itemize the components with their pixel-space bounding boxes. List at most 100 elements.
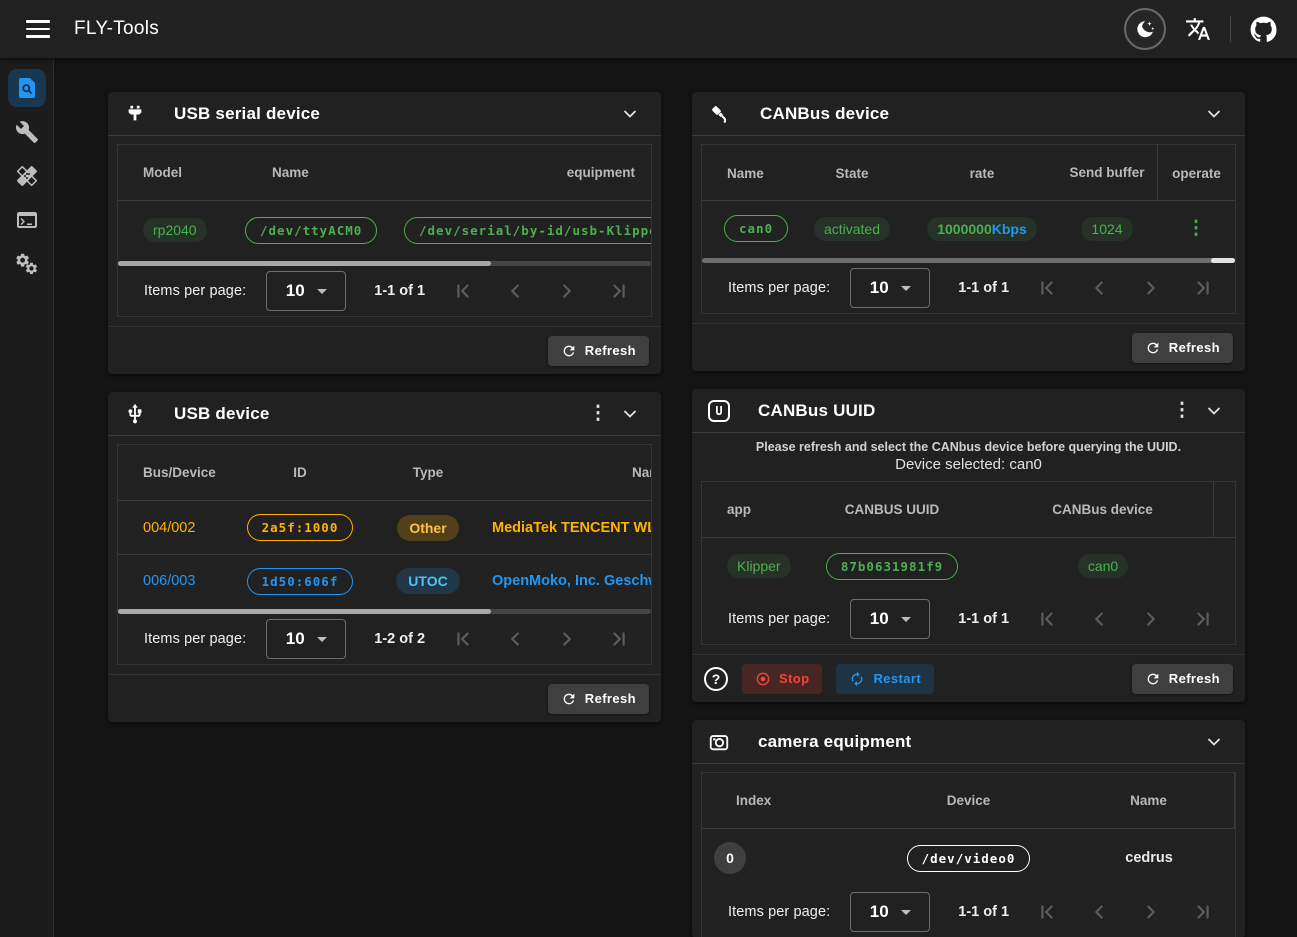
next-page-button[interactable] [1139, 900, 1163, 924]
moon-stars-icon [1133, 17, 1157, 41]
table-row: 006/003 1d50:606f UTOC OpenMoko, Inc. Ge… [118, 554, 651, 607]
last-page-button[interactable] [1191, 607, 1215, 631]
refresh-icon [1145, 671, 1161, 687]
camera-table: Index Device Name 0 /dev/video0 cedrus I… [701, 772, 1236, 937]
refresh-button[interactable]: Refresh [1132, 664, 1233, 694]
items-per-page-select[interactable]: 10 [266, 619, 346, 659]
send-buffer-chip: 1024 [1081, 217, 1132, 241]
horizontal-scrollbar[interactable] [118, 609, 651, 614]
first-page-button[interactable] [451, 627, 475, 651]
card-usb-device: USB device ⋮ Bus/Device ID Type Name [108, 392, 661, 722]
refresh-button[interactable]: Refresh [548, 684, 649, 714]
card-canbus-device: CANBus device Name State rate Send buffe… [692, 92, 1245, 371]
can-name-pill: can0 [724, 215, 788, 242]
dark-mode-button[interactable] [1124, 8, 1166, 50]
restart-button[interactable]: Restart [836, 664, 934, 694]
refresh-button[interactable]: Refresh [548, 336, 649, 366]
row-menu-button[interactable]: ⋮ [1181, 217, 1211, 240]
gears-icon [14, 251, 40, 277]
last-page-button[interactable] [607, 279, 631, 303]
sidebar-item-repair[interactable] [8, 157, 46, 195]
sidebar-item-terminal[interactable] [8, 201, 46, 239]
appbar-divider [1230, 16, 1231, 42]
items-per-page-select[interactable]: 10 [850, 892, 930, 932]
help-button[interactable]: ? [704, 667, 728, 691]
items-per-page-select[interactable]: 10 [266, 271, 346, 311]
next-page-button[interactable] [1139, 276, 1163, 300]
collapse-button[interactable] [1197, 97, 1231, 131]
first-page-button[interactable] [451, 279, 475, 303]
rate-value: 1000000 [937, 221, 992, 237]
select-arrow-icon [901, 910, 911, 915]
card-canbus-uuid: U CANBus UUID ⋮ Please refresh and selec… [692, 389, 1245, 702]
card-camera-equipment: camera equipment Index Device Name [692, 720, 1245, 937]
refresh-icon [561, 343, 577, 359]
collapse-button[interactable] [1197, 725, 1231, 759]
items-per-page-select[interactable]: 10 [850, 268, 930, 308]
items-per-page-select[interactable]: 10 [850, 599, 930, 639]
app-chip: Klipper [727, 554, 791, 578]
file-search-icon [15, 76, 39, 100]
column-header: equipment [567, 165, 651, 180]
device-name-pill: /dev/ttyACM0 [245, 217, 377, 244]
column-header: Name [702, 166, 797, 181]
model-chip: rp2040 [143, 218, 207, 242]
first-page-button[interactable] [1035, 276, 1059, 300]
card-menu-button[interactable]: ⋮ [1167, 399, 1197, 422]
card-title: CANBus device [760, 104, 889, 124]
prev-page-button[interactable] [503, 627, 527, 651]
page-range: 1-1 of 1 [958, 904, 1009, 920]
bus-device: 006/003 [118, 573, 236, 589]
sidebar-item-tools[interactable] [8, 113, 46, 151]
column-header: Name [1063, 773, 1235, 828]
translate-button[interactable] [1180, 11, 1216, 47]
first-page-button[interactable] [1035, 900, 1059, 924]
collapse-button[interactable] [613, 397, 647, 431]
collapse-button[interactable] [613, 97, 647, 131]
column-header: Send buffer [1069, 164, 1144, 182]
next-page-button[interactable] [555, 627, 579, 651]
prev-page-button[interactable] [1087, 607, 1111, 631]
rate-unit: Kbps [992, 221, 1027, 237]
canbus-device-table: Name State rate Send buffer operate can0… [701, 144, 1236, 314]
github-button[interactable] [1245, 11, 1281, 47]
column-header: app [702, 502, 792, 517]
stop-button[interactable]: Stop [742, 664, 822, 694]
next-page-button[interactable] [555, 279, 579, 303]
last-page-button[interactable] [1191, 900, 1215, 924]
card-menu-button[interactable]: ⋮ [583, 402, 613, 425]
usb-serial-table: Model Name equipment rp2040 /dev/ttyACM0… [117, 144, 652, 317]
table-row: 0 /dev/video0 cedrus [702, 829, 1235, 887]
bus-device: 004/002 [118, 520, 236, 536]
first-page-button[interactable] [1035, 607, 1059, 631]
page-range: 1-1 of 1 [958, 280, 1009, 296]
device-selected-text: Device selected: can0 [692, 456, 1245, 473]
horizontal-scrollbar[interactable] [702, 258, 1235, 263]
restart-icon [849, 671, 865, 687]
table-row: 004/002 2a5f:1000 Other MediaTek TENCENT… [118, 501, 651, 554]
items-per-page-label: Items per page: [728, 904, 830, 920]
usb-device-table: Bus/Device ID Type Name 004/002 2a5f:100… [117, 444, 652, 665]
last-page-button[interactable] [607, 627, 631, 651]
menu-icon[interactable] [16, 7, 60, 51]
page-range: 1-2 of 2 [374, 631, 425, 647]
sidebar-item-services[interactable] [8, 245, 46, 283]
prev-page-button[interactable] [1087, 276, 1111, 300]
items-per-page-label: Items per page: [144, 631, 246, 647]
type-chip: UTOC [396, 568, 459, 594]
sidebar-item-device-query[interactable] [8, 69, 46, 107]
last-page-button[interactable] [1191, 276, 1215, 300]
terminal-icon [15, 208, 39, 232]
prev-page-button[interactable] [503, 279, 527, 303]
horizontal-scrollbar[interactable] [118, 261, 651, 266]
select-arrow-icon [901, 286, 911, 291]
usb-id-pill: 2a5f:1000 [247, 514, 354, 541]
column-header: Name [492, 465, 652, 480]
column-header: Model [118, 165, 236, 180]
prev-page-button[interactable] [1087, 900, 1111, 924]
equipment-pill: /dev/serial/by-id/usb-Klipper_rp2040 [404, 217, 652, 244]
card-title: USB serial device [174, 104, 320, 124]
collapse-button[interactable] [1197, 394, 1231, 428]
next-page-button[interactable] [1139, 607, 1163, 631]
refresh-button[interactable]: Refresh [1132, 333, 1233, 363]
